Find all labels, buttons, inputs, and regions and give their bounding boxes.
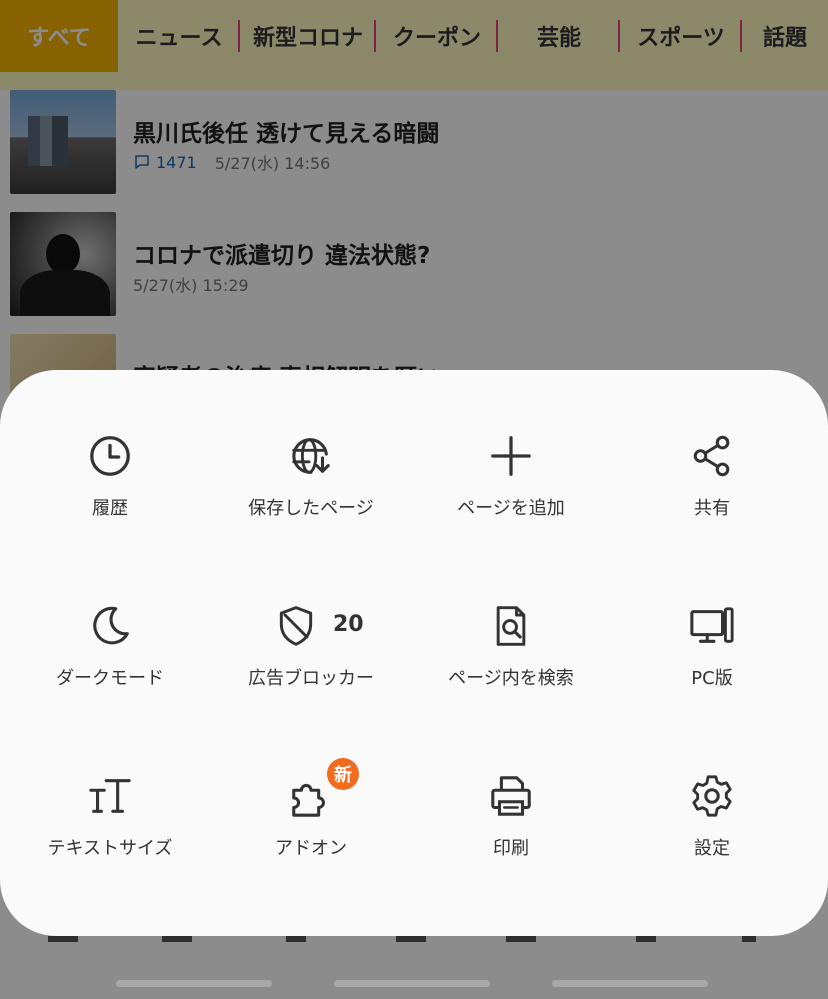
ad-blocker-label: 広告ブロッカー — [248, 668, 374, 689]
print-button[interactable]: 印刷 — [411, 772, 611, 892]
moon-icon — [93, 606, 129, 645]
nav-back[interactable] — [552, 980, 708, 987]
share-label: 共有 — [694, 498, 730, 519]
shield-icon — [279, 606, 313, 646]
print-label: 印刷 — [493, 838, 529, 859]
history-button[interactable]: 履歴 — [10, 432, 210, 552]
find-in-page-button[interactable]: ページ内を検索 — [411, 602, 611, 722]
add-page-button[interactable]: ページを追加 — [411, 432, 611, 552]
pc-version-label: PC版 — [691, 668, 733, 689]
ad-blocker-button[interactable]: 20 広告ブロッカー — [211, 602, 411, 722]
addons-label: アドオン — [275, 838, 347, 859]
settings-button[interactable]: 設定 — [612, 772, 812, 892]
saved-pages-button[interactable]: 保存したページ — [211, 432, 411, 552]
browser-menu-sheet: 履歴 保存したページ ページを追加 共有 ダークモード 20 広告ブロッカー ペ… — [0, 370, 828, 936]
add-page-label: ページを追加 — [457, 498, 565, 519]
share-button[interactable]: 共有 — [612, 432, 812, 552]
printer-icon — [491, 776, 531, 816]
browser-screen: すべて ニュース 新型コロナ クーポン 芸能 スポーツ 話題 黒川氏後任 透けて… — [0, 0, 828, 999]
plus-icon — [491, 436, 531, 476]
desktop-icon — [690, 607, 734, 643]
clock-icon — [90, 436, 130, 476]
dark-mode-button[interactable]: ダークモード — [10, 602, 210, 722]
text-size-button[interactable]: テキストサイズ — [10, 772, 210, 892]
puzzle-icon — [292, 783, 325, 817]
text-size-label: テキストサイズ — [47, 838, 173, 859]
addons-button[interactable]: 新 アドオン — [211, 758, 411, 892]
nav-home[interactable] — [334, 980, 490, 987]
nav-recents[interactable] — [116, 980, 272, 987]
new-badge: 新 — [327, 758, 359, 790]
history-label: 履歴 — [92, 498, 128, 519]
settings-label: 設定 — [694, 838, 730, 859]
menu-grid: 履歴 保存したページ ページを追加 共有 ダークモード 20 広告ブロッカー ペ… — [0, 370, 828, 936]
pc-version-button[interactable]: PC版 — [612, 602, 812, 722]
gear-icon — [692, 775, 732, 817]
dark-mode-label: ダークモード — [56, 668, 164, 689]
share-icon — [693, 435, 730, 477]
ad-blocker-count: 20 — [333, 612, 364, 637]
text-size-icon — [89, 779, 131, 813]
globe-download-icon — [292, 438, 330, 474]
saved-pages-label: 保存したページ — [248, 498, 374, 519]
find-in-page-label: ページ内を検索 — [448, 668, 574, 689]
find-in-page-icon — [496, 606, 526, 646]
